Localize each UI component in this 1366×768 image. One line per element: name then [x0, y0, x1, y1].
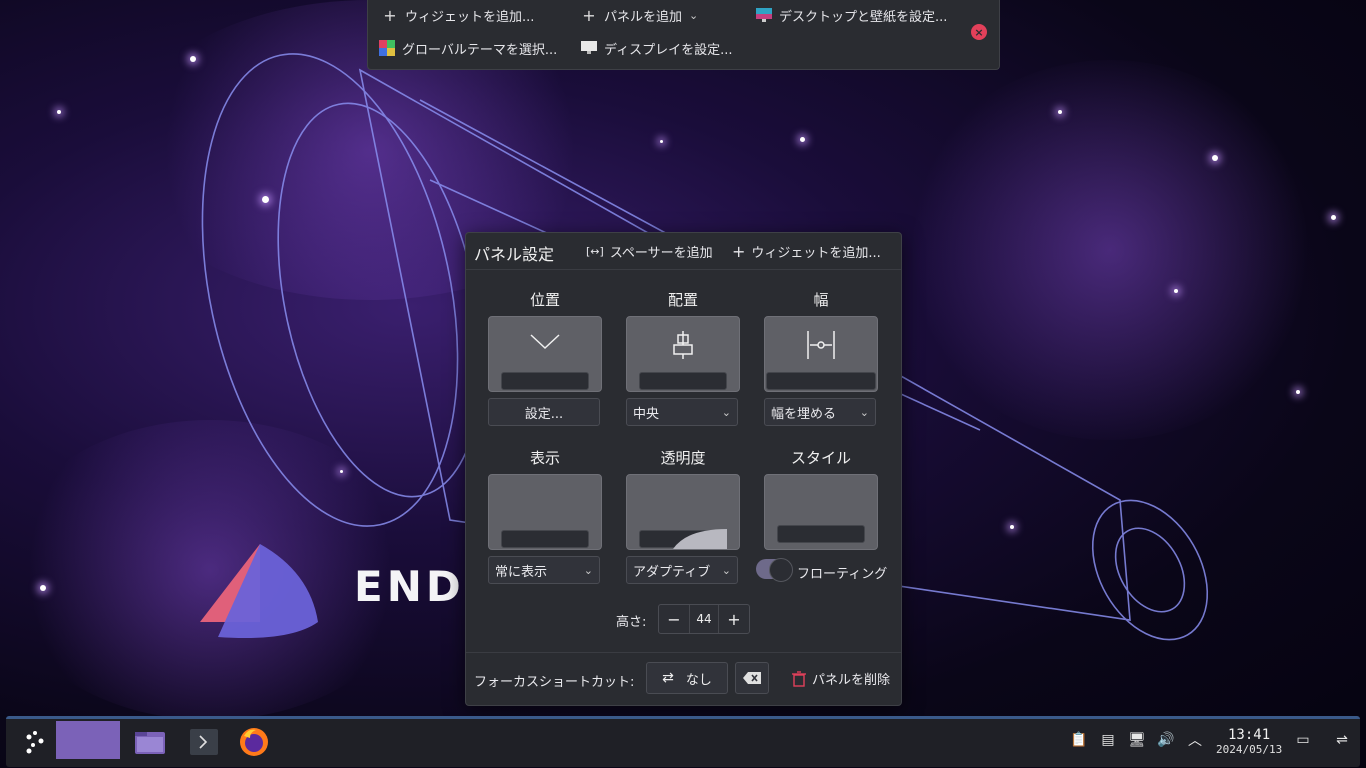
focus-shortcut-label: フォーカスショートカット: [474, 675, 635, 690]
shortcut-button[interactable]: ⇄ なし [646, 662, 728, 694]
position-tile[interactable] [488, 316, 602, 392]
app-launcher-icon[interactable] [16, 723, 52, 761]
terminal-icon[interactable] [184, 723, 224, 761]
position-settings-button[interactable]: 設定... [488, 398, 600, 426]
trash-icon [792, 670, 806, 687]
chevron-up-icon[interactable]: ︿ [1186, 731, 1204, 749]
style-label: スタイル [790, 449, 851, 467]
alignment-label: 配置 [667, 291, 698, 309]
close-icon[interactable]: × [971, 24, 987, 40]
style-tile[interactable] [764, 474, 878, 550]
dialog-footer: フォーカスショートカット: ⇄ なし パネルを削除 [466, 652, 901, 705]
network-icon[interactable]: 🖥 [1128, 731, 1146, 749]
show-desktop-icon[interactable]: ▭ [1294, 731, 1312, 749]
chevron-down-icon: ⌄ [721, 405, 731, 419]
add-panel-button[interactable]: + パネルを追加 ⌄ [575, 2, 704, 28]
notes-icon[interactable]: ▤ [1099, 731, 1117, 749]
opacity-label: 透明度 [660, 449, 706, 467]
spacer-icon: [↔] [586, 245, 604, 258]
panel-settings-dialog: パネル設定 [↔] スペーサーを追加 + ウィジェットを追加... 位置 配置 … [465, 232, 902, 706]
backspace-icon [743, 672, 761, 684]
chevron-down-icon [489, 331, 601, 356]
panel-config-icon[interactable]: ⇌ [1333, 731, 1351, 749]
monitor-icon [581, 40, 597, 56]
chevron-down-icon: ⌄ [859, 405, 869, 419]
edit-mode-toolbar: + ウィジェットを追加... + パネルを追加 ⌄ デスクトップと壁紙を設定..… [367, 0, 1000, 70]
file-manager-icon[interactable] [130, 723, 170, 761]
clock-date[interactable]: 2024/05/13 [1216, 743, 1282, 756]
dialog-title: パネル設定 [474, 245, 555, 264]
add-widget-button[interactable]: + ウィジェットを追加... [376, 2, 540, 28]
alignment-select[interactable]: 中央 ⌄ [626, 398, 738, 426]
add-widget-panel-button[interactable]: + ウィジェットを追加... [732, 242, 881, 261]
width-select[interactable]: 幅を埋める ⌄ [764, 398, 876, 426]
opacity-select[interactable]: アダプティブ ⌄ [626, 556, 738, 584]
add-spacer-button[interactable]: [↔] スペーサーを追加 [586, 242, 713, 261]
dialog-header: パネル設定 [↔] スペーサーを追加 + ウィジェットを追加... [466, 233, 901, 270]
clipboard-icon[interactable]: 📋 [1070, 731, 1088, 749]
chevron-down-icon: ⌄ [721, 563, 731, 577]
endeavour-logo-icon [200, 544, 318, 638]
global-theme-button[interactable]: グローバルテーマを選択... [373, 35, 563, 61]
floating-toggle[interactable] [756, 558, 793, 582]
theme-icon [379, 40, 395, 56]
plus-icon[interactable]: + [719, 610, 749, 629]
display-settings-button[interactable]: ディスプレイを設定... [575, 35, 739, 61]
wallpaper-icon [756, 7, 772, 23]
alignment-tile[interactable] [626, 316, 740, 392]
plus-icon: + [383, 5, 397, 25]
clear-shortcut-button[interactable] [735, 662, 769, 694]
position-label: 位置 [529, 291, 560, 309]
visibility-tile[interactable] [488, 474, 602, 550]
floating-label: フローティング [797, 567, 888, 582]
plus-icon: + [582, 5, 596, 25]
delete-panel-button[interactable]: パネルを削除 [792, 669, 890, 688]
chevron-down-icon: ⌄ [689, 8, 699, 22]
clock-time[interactable]: 13:41 [1228, 727, 1270, 743]
chevron-down-icon: ⌄ [583, 563, 593, 577]
visibility-label: 表示 [529, 449, 560, 467]
height-label: 高さ: [616, 615, 647, 630]
shortcut-config-icon: ⇄ [662, 670, 674, 686]
opacity-tile[interactable] [626, 474, 740, 550]
height-value[interactable]: 44 [689, 605, 719, 633]
align-center-icon [627, 331, 739, 364]
firefox-icon[interactable] [234, 723, 274, 761]
taskbar-panel: 📋 ▤ 🖥 🔊 ︿ 13:41 2024/05/13 ▭ ⇌ [6, 716, 1360, 767]
desktop-wallpaper-button[interactable]: デスクトップと壁紙を設定... [750, 2, 953, 28]
plus-icon: + [732, 242, 746, 261]
height-stepper: − 44 + [658, 604, 750, 634]
visibility-select[interactable]: 常に表示 ⌄ [488, 556, 600, 584]
fill-width-icon [765, 331, 877, 364]
minus-icon[interactable]: − [659, 610, 689, 629]
adaptive-opacity-icon [673, 529, 727, 549]
width-label: 幅 [813, 291, 829, 309]
width-tile[interactable] [764, 316, 878, 392]
volume-icon[interactable]: 🔊 [1157, 731, 1175, 749]
pager-desktop-1[interactable] [56, 721, 120, 759]
